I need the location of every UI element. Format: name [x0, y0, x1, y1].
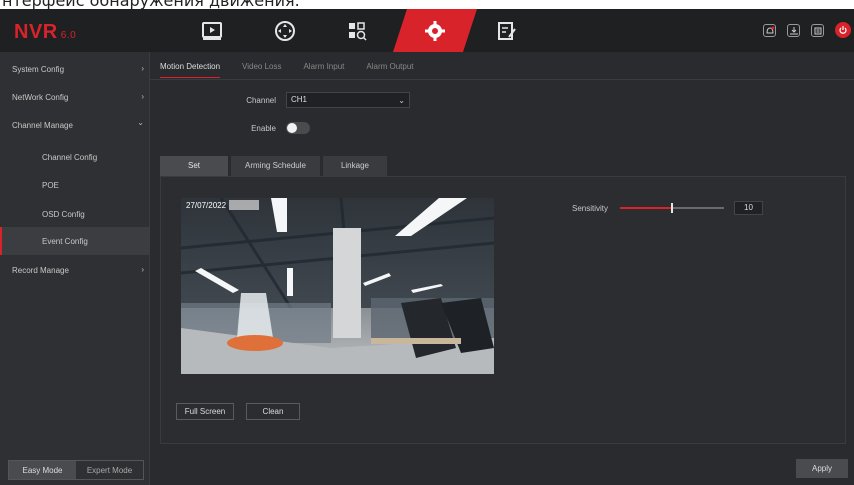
settings-icon[interactable] [393, 9, 477, 52]
easy-mode-button[interactable]: Easy Mode [9, 461, 76, 479]
caption-text: нтерфейс обнаружения движения. [2, 0, 300, 9]
top-bar: NVR 6.0 [0, 9, 854, 52]
logo-brand: NVR [14, 21, 58, 43]
sidebar-item-label: Record Manage [12, 265, 69, 275]
channel-value: CH1 [291, 95, 308, 104]
sidebar-item-osd-config[interactable]: OSD Config [0, 200, 150, 228]
tab-linkage[interactable]: Linkage [322, 156, 387, 176]
main-content: Motion Detection Video Loss Alarm Input … [150, 52, 854, 485]
apply-button[interactable]: Apply [796, 459, 848, 478]
sensitivity-label: Sensitivity [572, 204, 609, 213]
sidebar-item-channel-manage[interactable]: Channel Manage ⌄ [0, 111, 150, 139]
sensitivity-slider-fill [620, 207, 672, 209]
sidebar-item-label: Channel Config [42, 152, 98, 162]
tab-motion-detection[interactable]: Motion Detection [160, 52, 221, 82]
enable-label: Enable [251, 124, 276, 133]
logo-version: 6.0 [60, 30, 77, 41]
tab-alarm-output[interactable]: Alarm Output [366, 52, 413, 82]
camera-image [181, 198, 494, 374]
sidebar-item-label: OSD Config [42, 209, 85, 219]
file-icon[interactable] [811, 24, 824, 37]
chevron-down-icon: ⌄ [137, 118, 144, 127]
full-screen-button[interactable]: Full Screen [176, 403, 234, 420]
channel-select[interactable]: CH1 ⌄ [286, 92, 410, 108]
divider [150, 79, 854, 80]
ptz-icon[interactable] [250, 9, 320, 52]
download-icon[interactable] [787, 24, 800, 37]
sidebar-item-event-config[interactable]: Event Config [0, 227, 150, 255]
logo: NVR 6.0 [14, 21, 76, 44]
alarm-icon[interactable] [763, 24, 776, 37]
chevron-right-icon: › [141, 92, 144, 101]
sidebar-item-label: Event Config [42, 236, 88, 246]
sidebar-item-record-manage[interactable]: Record Manage › [0, 256, 150, 284]
tab-set[interactable]: Set [160, 156, 229, 176]
page-caption: нтерфейс обнаружения движения. [0, 0, 854, 9]
sidebar-item-label: Channel Manage [12, 120, 73, 130]
maintenance-icon[interactable] [472, 9, 542, 52]
sidebar-item-network-config[interactable]: NetWork Config › [0, 83, 150, 111]
camera-preview[interactable] [181, 198, 494, 374]
tab-arming-schedule[interactable]: Arming Schedule [231, 156, 320, 176]
sidebar-item-label: System Config [12, 64, 65, 74]
power-icon[interactable] [835, 22, 851, 38]
sensitivity-slider[interactable] [620, 203, 724, 213]
chevron-right-icon: › [141, 265, 144, 274]
nvr-app: NVR 6.0 System Config › NetWork Config › Ch… [0, 9, 854, 485]
settings-subtabs: Set Arming Schedule Linkage [160, 156, 387, 176]
chevron-down-icon: ⌄ [398, 96, 405, 105]
sensitivity-value-field[interactable]: 10 [734, 201, 763, 215]
sidebar-item-label: POE [42, 180, 59, 190]
sidebar-item-label: NetWork Config [12, 92, 69, 102]
chevron-right-icon: › [141, 64, 144, 73]
sidebar-item-poe[interactable]: POE [0, 171, 150, 199]
search-icon[interactable] [322, 9, 392, 52]
sidebar-item-channel-config[interactable]: Channel Config [0, 143, 150, 171]
expert-mode-button[interactable]: Expert Mode [76, 461, 143, 479]
clean-button[interactable]: Clean [246, 403, 300, 420]
channel-label: Channel [246, 96, 276, 105]
tab-video-loss[interactable]: Video Loss [242, 52, 281, 82]
enable-toggle[interactable] [286, 122, 310, 134]
sensitivity-slider-thumb[interactable] [671, 203, 673, 213]
sidebar-item-system-config[interactable]: System Config › [0, 55, 150, 83]
video-timestamp: 27/07/2022 [186, 201, 227, 210]
tab-alarm-input[interactable]: Alarm Input [303, 52, 344, 82]
playback-icon[interactable] [177, 9, 247, 52]
sidebar: System Config › NetWork Config › Channel M… [0, 52, 150, 485]
mode-switch: Easy Mode Expert Mode [8, 460, 144, 480]
event-tabs: Motion Detection Video Loss Alarm Input … [160, 52, 414, 82]
